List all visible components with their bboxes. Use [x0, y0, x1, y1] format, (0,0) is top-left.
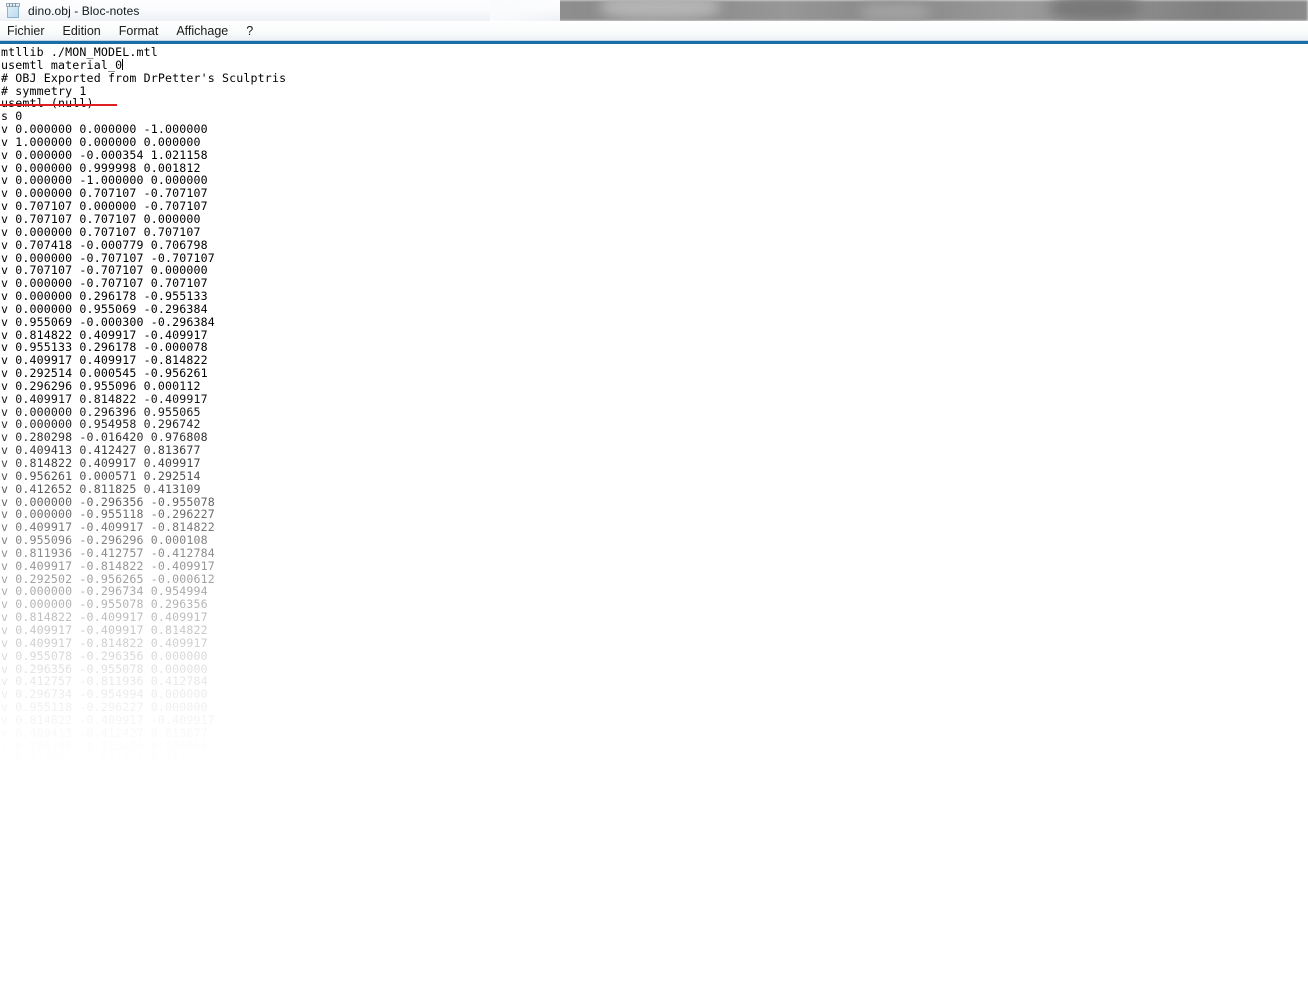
editor-line: v 0.000000 0.955069 -0.296384	[1, 301, 208, 316]
menu-item-format[interactable]: Format	[119, 24, 168, 38]
editor-line: v 1.000000 0.000000 0.000000	[1, 134, 201, 149]
editor-line: v 0.000000 0.000000 -1.000000	[1, 122, 208, 137]
editor-line: v 0.409917 0.814822 -0.409917	[1, 391, 208, 406]
text-caret	[122, 58, 124, 70]
editor-line: v 0.955118 -0.296227 0.000000	[1, 700, 208, 715]
editor-line: v 0.000000 0.707107 0.707107	[1, 224, 201, 239]
editor-line: # OBJ Exported from DrPetter's Sculptris	[1, 70, 287, 85]
editor-line: v 0.000000 -0.000354 1.021158	[1, 147, 208, 162]
editor-line: usemtl (null)	[1, 97, 1308, 110]
editor-line: v 0.292514 0.000545 -0.956261	[1, 366, 208, 381]
strikethrough-annotation	[0, 104, 117, 107]
menu-bar: Fichier Edition Format Affichage ?	[0, 21, 1308, 40]
menu-item-edition[interactable]: Edition	[63, 24, 110, 38]
editor-line: v 0.955078 -0.296356 0.000000	[1, 648, 208, 663]
editor-line: v 0.707107 0.707107 0.000000	[1, 211, 201, 226]
editor-line: v 0.000000 0.296178 -0.955133	[1, 289, 208, 304]
editor-line: v 0.955069 -0.000300 -0.296384	[1, 314, 215, 329]
editor-line: usemtl material_0	[1, 57, 124, 72]
editor-line: v 0.412652 0.811825 0.413109	[1, 481, 201, 496]
editor-line: v 0.409413 -0.412427 0.813677	[1, 725, 208, 740]
text-editor-area[interactable]: mtllib ./MON_MODEL.mtl usemtl material_0 #…	[0, 44, 1308, 984]
title-bar[interactable]: dino.obj - Bloc-notes	[0, 0, 560, 21]
editor-line: v 0.707418 -0.000779 0.706798	[1, 237, 208, 252]
editor-line: v 0.811936 -0.412757 -0.412784	[1, 545, 215, 560]
editor-line: v 0.000000 -0.296396 0.955065	[1, 764, 208, 779]
menu-item-help[interactable]: ?	[246, 24, 262, 38]
editor-line: mtllib ./MON_MODEL.mtl	[1, 45, 158, 59]
notepad-window: dino.obj - Bloc-notes Fichier Edition Fo…	[0, 0, 1308, 984]
window-title: dino.obj - Bloc-notes	[28, 3, 140, 18]
editor-line: v 0.814822 0.409917 0.409917	[1, 456, 201, 470]
editor-line: v 0.409917 -0.409917 0.814822	[1, 622, 208, 637]
editor-line: v 0.409917 -0.814822 -0.409917	[1, 558, 215, 573]
editor-line: v 0.814822 -0.409917 -0.409917	[1, 712, 215, 727]
editor-line: v 0.409917 -0.814822 0.409917	[1, 635, 208, 650]
editor-line: v 0.955096 -0.296296 0.000108	[1, 533, 208, 548]
editor-line: # symmetry 1	[1, 83, 87, 98]
editor-line: v 0.296296 0.955096 0.000112	[1, 378, 201, 393]
menu-item-affichage[interactable]: Affichage	[176, 24, 237, 38]
menu-item-fichier[interactable]: Fichier	[7, 24, 54, 38]
document-text[interactable]: mtllib ./MON_MODEL.mtl usemtl material_0 #…	[1, 46, 1308, 778]
notepad-icon	[6, 2, 21, 19]
editor-line: v 0.956261 0.000571 0.292514	[1, 468, 201, 483]
